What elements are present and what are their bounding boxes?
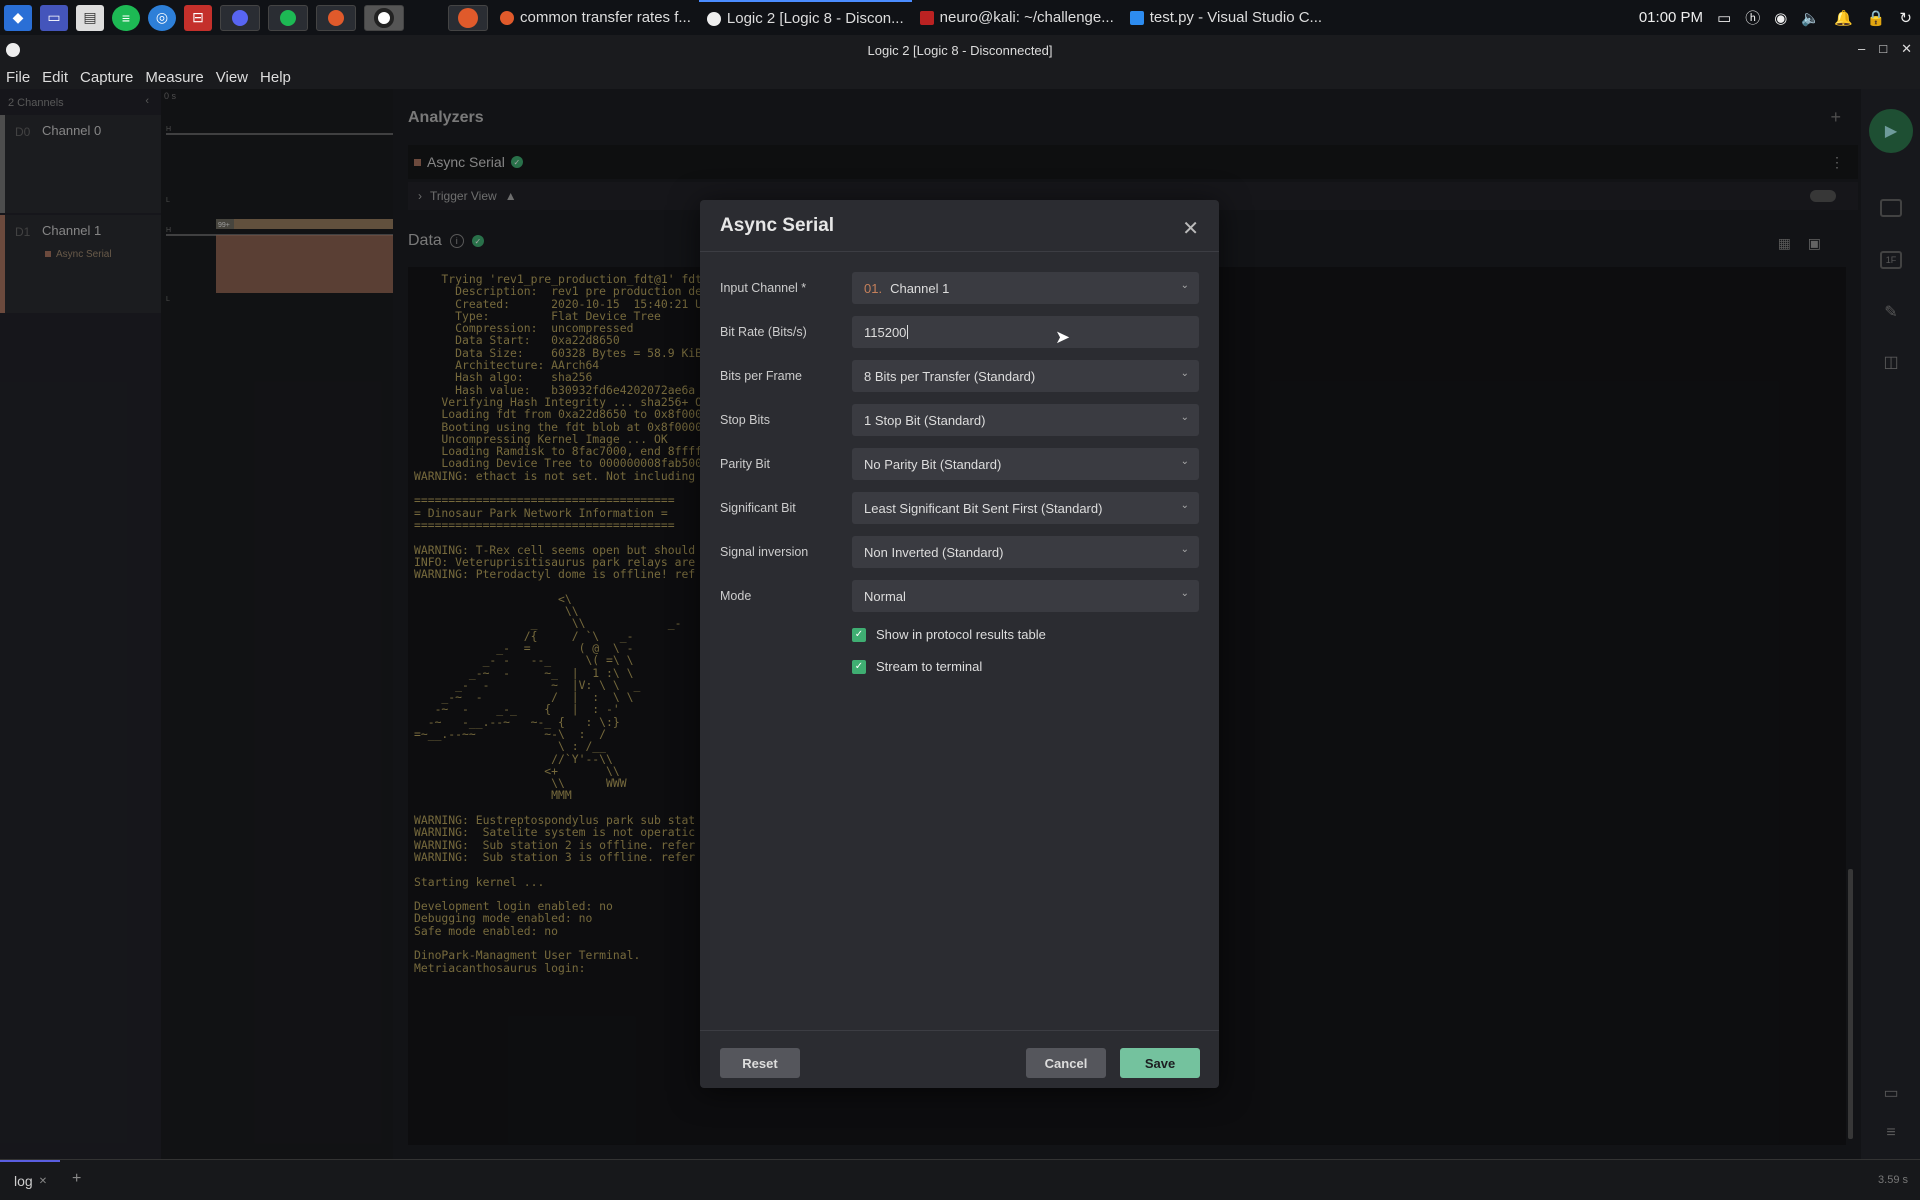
- menu-edit[interactable]: Edit: [42, 69, 68, 86]
- taskbar-tab-vscode[interactable]: test.py - Visual Studio C...: [1122, 0, 1330, 35]
- files-icon[interactable]: ▤: [76, 4, 104, 31]
- browser-icon[interactable]: ◎: [148, 4, 176, 31]
- volume-icon[interactable]: 🔈: [1801, 9, 1820, 27]
- mouse-cursor-icon: ➤: [1055, 327, 1071, 347]
- vscode-tab-icon: [1129, 10, 1144, 25]
- desktop-icon[interactable]: ▭: [40, 4, 68, 31]
- app-red-icon[interactable]: ⊟: [184, 4, 212, 31]
- dialog-title: Async Serial: [700, 200, 1219, 252]
- refresh-icon[interactable]: ↻: [1899, 9, 1912, 27]
- save-button[interactable]: Save: [1120, 1048, 1200, 1078]
- capture-duration: 3.59 s: [1878, 1174, 1908, 1186]
- menu-measure[interactable]: Measure: [145, 69, 203, 86]
- logic-tab-icon: [706, 11, 721, 26]
- discord-tray-icon[interactable]: ◉: [1774, 9, 1787, 27]
- field-label: Input Channel *: [720, 281, 807, 295]
- bits-per-frame-select[interactable]: 8 Bits per Transfer (Standard) ⌄: [852, 360, 1199, 392]
- taskbar: ◆ ▭ ▤ ≡ ◎ ⊟ common transfer rates f... L…: [0, 0, 1920, 35]
- add-tab-icon[interactable]: +: [72, 1170, 81, 1188]
- spotify-window-icon[interactable]: [268, 4, 308, 31]
- menu-bar: File Edit Capture Measure View Help: [0, 65, 1920, 89]
- taskbar-tab-terminal[interactable]: neuro@kali: ~/challenge...: [912, 0, 1122, 35]
- screen-icon[interactable]: ▭: [1717, 9, 1731, 27]
- dialog-footer-divider: [700, 1030, 1219, 1031]
- stop-bits-row: Stop Bits 1 Stop Bit (Standard) ⌄: [720, 404, 1199, 436]
- minimize-icon[interactable]: –: [1858, 41, 1865, 57]
- bell-icon[interactable]: 🔔: [1834, 9, 1853, 27]
- lock-icon[interactable]: 🔒: [1867, 9, 1886, 27]
- menu-help[interactable]: Help: [260, 69, 291, 86]
- logic-window-icon[interactable]: [364, 4, 404, 31]
- mode-select[interactable]: Normal ⌄: [852, 580, 1199, 612]
- async-serial-dialog: Async Serial ✕ Input Channel * 01. Channe…: [700, 200, 1219, 1088]
- show-in-table-checkbox[interactable]: ✓ Show in protocol results table: [852, 627, 1046, 642]
- window-title: Logic 2 [Logic 8 - Disconnected]: [867, 42, 1053, 58]
- field-label: Significant Bit: [720, 501, 796, 515]
- menu-view[interactable]: View: [216, 69, 248, 86]
- discord-icon[interactable]: [220, 4, 260, 31]
- firefox-tab-icon: [500, 10, 514, 25]
- bottom-bar: log ✕ + 3.59 s: [0, 1159, 1920, 1200]
- stop-bits-select[interactable]: 1 Stop Bit (Standard) ⌄: [852, 404, 1199, 436]
- parity-bit-row: Parity Bit No Parity Bit (Standard) ⌄: [720, 448, 1199, 480]
- taskbar-tab-firefox[interactable]: common transfer rates f...: [492, 0, 699, 35]
- input-channel-row: Input Channel * 01. Channel 1 ⌄: [720, 272, 1199, 304]
- field-label: Mode: [720, 589, 752, 603]
- chevron-down-icon: ⌄: [1180, 544, 1189, 555]
- input-channel-select[interactable]: 01. Channel 1 ⌄: [852, 272, 1199, 304]
- parity-bit-select[interactable]: No Parity Bit (Standard) ⌄: [852, 448, 1199, 480]
- menu-file[interactable]: File: [6, 69, 30, 86]
- chevron-down-icon: ⌄: [1180, 412, 1189, 423]
- chevron-down-icon: ⌄: [1180, 280, 1189, 291]
- chevron-down-icon: ⌄: [1180, 368, 1189, 379]
- spotify-icon[interactable]: ≡: [112, 4, 140, 31]
- firefox-window-icon[interactable]: [316, 4, 356, 31]
- taskbar-tab-logic[interactable]: Logic 2 [Logic 8 - Discon...: [698, 0, 912, 35]
- maximize-icon[interactable]: □: [1879, 41, 1887, 57]
- cancel-button[interactable]: Cancel: [1026, 1048, 1106, 1078]
- checkbox-checked-icon: ✓: [852, 659, 866, 674]
- field-label: Parity Bit: [720, 457, 771, 471]
- bits-per-frame-row: Bits per Frame 8 Bits per Transfer (Stan…: [720, 360, 1199, 392]
- checkbox-checked-icon: ✓: [852, 627, 866, 642]
- bit-rate-input[interactable]: 115200: [852, 316, 1199, 348]
- field-label: Stop Bits: [720, 413, 771, 427]
- clock: 01:00 PM: [1638, 9, 1704, 26]
- field-label: Bit Rate (Bits/s): [720, 325, 807, 339]
- chevron-down-icon: ⌄: [1180, 456, 1189, 467]
- signal-inversion-select[interactable]: Non Inverted (Standard) ⌄: [852, 536, 1199, 568]
- significant-bit-select[interactable]: Least Significant Bit Sent First (Standa…: [852, 492, 1199, 524]
- kali-menu-icon[interactable]: ◆: [4, 4, 32, 31]
- text-caret: [907, 325, 909, 339]
- close-icon[interactable]: ✕: [1182, 216, 1199, 241]
- close-tab-icon[interactable]: ✕: [39, 1176, 47, 1187]
- mode-row: Mode Normal ⌄: [720, 580, 1199, 612]
- bit-rate-row: Bit Rate (Bits/s) 115200: [720, 316, 1199, 348]
- signal-inversion-row: Signal inversion Non Inverted (Standard)…: [720, 536, 1199, 568]
- hp-icon[interactable]: ⓗ: [1745, 7, 1760, 28]
- significant-bit-row: Significant Bit Least Significant Bit Se…: [720, 492, 1199, 524]
- field-label: Signal inversion: [720, 545, 809, 559]
- chevron-down-icon: ⌄: [1180, 588, 1189, 599]
- close-window-icon[interactable]: ✕: [1901, 41, 1912, 57]
- menu-capture[interactable]: Capture: [80, 69, 133, 86]
- reset-button[interactable]: Reset: [720, 1048, 800, 1078]
- chevron-down-icon: ⌄: [1180, 500, 1189, 511]
- logic-app-icon: [6, 43, 20, 57]
- stream-to-terminal-checkbox[interactable]: ✓ Stream to terminal: [852, 659, 982, 674]
- window-titlebar: Logic 2 [Logic 8 - Disconnected] – □ ✕: [0, 35, 1920, 65]
- firefox-icon[interactable]: [448, 4, 488, 31]
- field-label: Bits per Frame: [720, 369, 802, 383]
- log-tab[interactable]: log ✕: [0, 1160, 60, 1200]
- system-tray: 01:00 PM ▭ ⓗ ◉ 🔈 🔔 🔒 ↻: [1639, 0, 1912, 35]
- terminal-tab-icon: [919, 10, 934, 25]
